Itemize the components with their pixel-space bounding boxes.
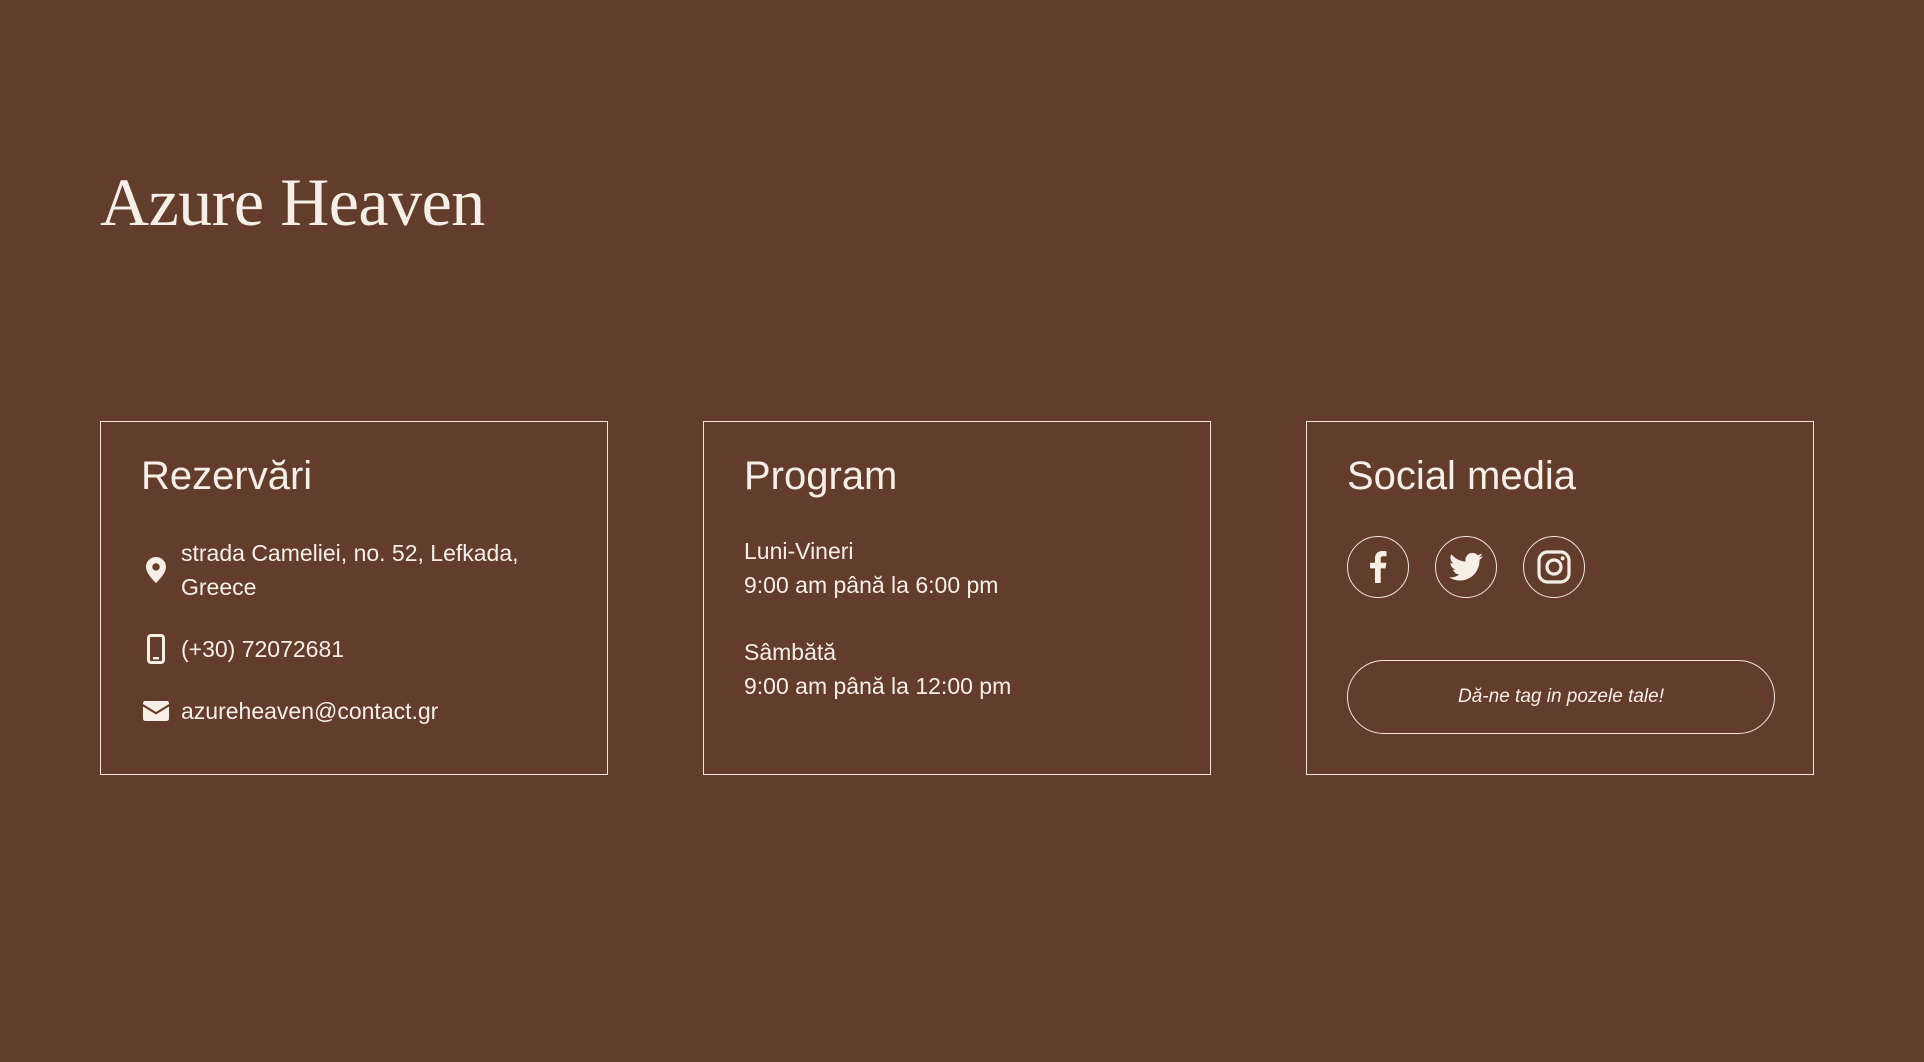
site-title: Azure Heaven: [100, 164, 485, 240]
saturday-label: Sâmbătă: [744, 639, 837, 665]
schedule-list: Luni-Vineri 9:00 am până la 6:00 pm Sâmb…: [744, 534, 1170, 703]
phone-icon: [141, 632, 171, 666]
weekday-hours-group: Luni-Vineri 9:00 am până la 6:00 pm: [744, 534, 1170, 602]
social-media-heading: Social media: [1347, 454, 1577, 498]
facebook-icon[interactable]: [1347, 536, 1409, 598]
instagram-icon[interactable]: [1523, 536, 1585, 598]
address-text: strada Cameliei, no. 52, Lefkada, Greece: [181, 540, 519, 600]
phone-row[interactable]: (+30) 72072681: [141, 632, 567, 666]
email-address[interactable]: azureheaven@contact.gr: [181, 694, 438, 728]
phone-number[interactable]: (+30) 72072681: [181, 632, 344, 666]
social-icons-row: [1347, 536, 1773, 598]
saturday-hours: 9:00 am până la 12:00 pm: [744, 673, 1012, 699]
twitter-icon[interactable]: [1435, 536, 1497, 598]
reservations-heading: Rezervări: [141, 454, 313, 498]
weekdays-hours: 9:00 am până la 6:00 pm: [744, 572, 999, 598]
weekdays-label: Luni-Vineri: [744, 538, 854, 564]
tag-us-button[interactable]: Dă-ne tag in pozele tale!: [1347, 660, 1775, 734]
address-row: strada Cameliei, no. 52, Lefkada, Greece: [141, 536, 567, 604]
social-media-card: Social media Dă-ne tag in pozele tale!: [1306, 421, 1814, 775]
schedule-card: Program Luni-Vineri 9:00 am până la 6:00…: [703, 421, 1211, 775]
email-row[interactable]: azureheaven@contact.gr: [141, 694, 567, 728]
schedule-heading: Program: [744, 454, 898, 498]
map-pin-icon: [141, 553, 171, 587]
envelope-icon: [141, 694, 171, 728]
saturday-hours-group: Sâmbătă 9:00 am până la 12:00 pm: [744, 635, 1170, 703]
reservations-card: Rezervări strada Cameliei, no. 52, Lefka…: [100, 421, 608, 775]
